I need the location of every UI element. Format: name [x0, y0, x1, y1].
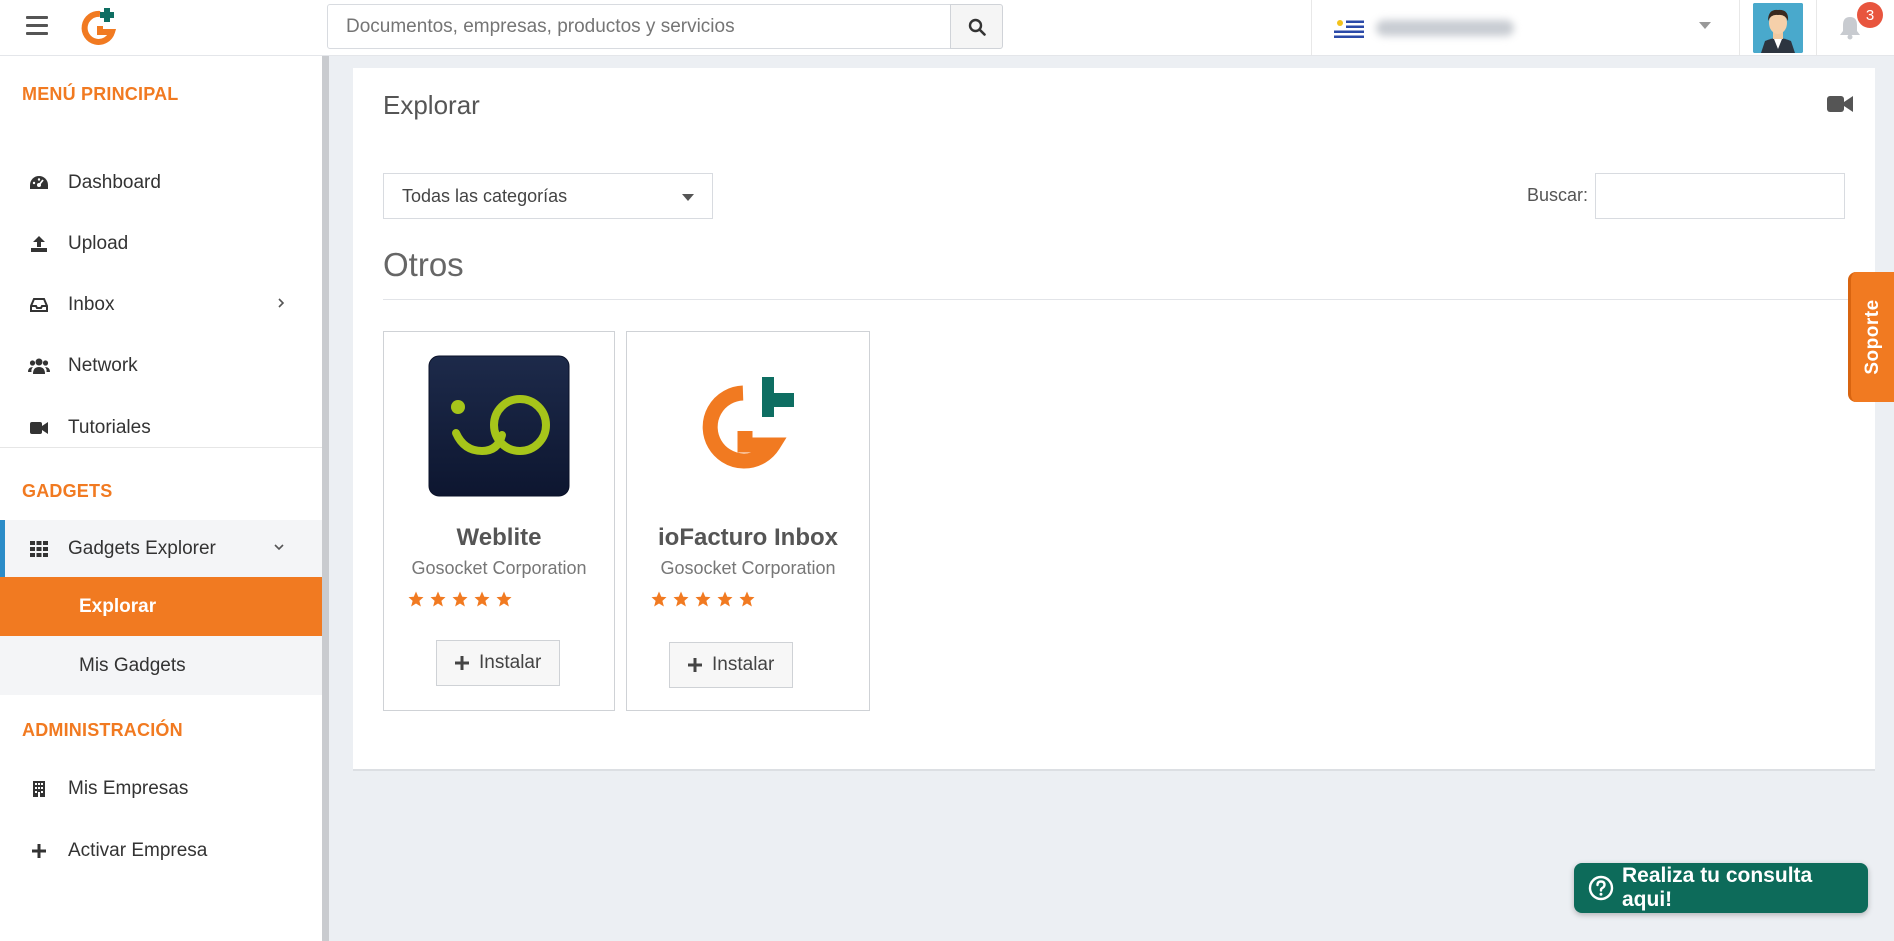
- building-icon: [28, 780, 50, 798]
- notifications[interactable]: 3: [1816, 0, 1894, 55]
- gadget-card-iofacturo-inbox[interactable]: ioFacturo Inbox Gosocket Corporation Ins…: [626, 331, 870, 711]
- star-icon: [430, 591, 446, 607]
- gadget-card-weblite[interactable]: Weblite Gosocket Corporation Instalar: [383, 331, 615, 711]
- active-indicator: [0, 520, 5, 577]
- category-select-value: Todas las categorías: [402, 185, 568, 206]
- sidebar-item-upload[interactable]: Upload: [0, 217, 322, 271]
- uruguay-flag-icon: [1334, 17, 1364, 38]
- sidebar-item-label: Tutoriales: [68, 417, 151, 438]
- star-icon: [474, 591, 490, 607]
- soporte-tab[interactable]: Soporte: [1848, 272, 1894, 402]
- star-icon: [739, 591, 755, 607]
- consulta-label: Realiza tu consulta aqui!: [1621, 864, 1813, 911]
- plus-icon: [688, 658, 702, 672]
- weblite-app-icon: [428, 355, 570, 497]
- sidebar-item-dashboard[interactable]: Dashboard: [0, 156, 322, 210]
- global-search-input[interactable]: [327, 4, 951, 49]
- sidebar-subitem-mis-gadgets[interactable]: Mis Gadgets: [0, 636, 322, 695]
- install-button[interactable]: Instalar: [436, 640, 561, 686]
- sidebar-item-label: Gadgets Explorer: [68, 537, 216, 559]
- inbox-icon: [28, 297, 50, 313]
- plus-icon: [455, 656, 469, 670]
- chevron-down-icon: [682, 194, 694, 201]
- menu-principal-title: MENÚ PRINCIPAL: [22, 84, 179, 104]
- star-icon: [496, 591, 512, 607]
- sidebar-item-label: Network: [68, 355, 138, 376]
- rating-stars: [650, 590, 756, 608]
- explore-panel: Explorar Todas las categorías Buscar: Ot…: [353, 68, 1875, 771]
- star-icon: [695, 591, 711, 607]
- sidebar-item-label: Activar Empresa: [68, 840, 208, 861]
- video-camera-icon[interactable]: [1827, 95, 1853, 113]
- sidebar-divider: [0, 447, 322, 448]
- chevron-down-icon: [274, 544, 284, 551]
- buscar-input[interactable]: [1595, 173, 1845, 219]
- buscar-label: Buscar:: [1527, 185, 1589, 205]
- section-divider: [383, 299, 1875, 300]
- search-button[interactable]: [950, 4, 1003, 49]
- grid-icon: [28, 540, 50, 557]
- chevron-down-icon: [1699, 22, 1711, 29]
- sidebar-item-label: Upload: [68, 233, 129, 254]
- star-icon: [408, 591, 424, 607]
- rating-stars: [407, 590, 513, 608]
- soporte-label: Soporte: [1861, 299, 1883, 375]
- star-icon: [717, 591, 733, 607]
- install-button[interactable]: Instalar: [669, 642, 794, 688]
- gadget-vendor: Gosocket Corporation: [411, 558, 587, 578]
- install-label: Instalar: [479, 652, 542, 673]
- sidebar-subitem-explorar[interactable]: Explorar: [0, 577, 322, 636]
- star-icon: [673, 591, 689, 607]
- sidebar-item-mis-empresas[interactable]: Mis Empresas: [0, 762, 322, 816]
- company-selector[interactable]: [1311, 0, 1739, 55]
- gosocket-logo[interactable]: [78, 6, 124, 48]
- page-title: Explorar: [383, 90, 480, 120]
- sidebar-scrollbar[interactable]: [322, 56, 329, 941]
- category-select[interactable]: Todas las categorías: [383, 173, 713, 219]
- sidebar: MENÚ PRINCIPAL Dashboard Upload Inbox Ne…: [0, 56, 322, 941]
- consulta-chat-button[interactable]: Realiza tu consulta aqui!: [1574, 863, 1868, 913]
- sidebar-item-network[interactable]: Network: [0, 339, 322, 393]
- section-heading: Otros: [383, 246, 464, 283]
- network-icon: [28, 357, 50, 375]
- chevron-right-icon: [278, 298, 285, 308]
- sidebar-item-label: Dashboard: [68, 172, 161, 193]
- sidebar-item-activar-empresa[interactable]: Activar Empresa: [0, 824, 322, 878]
- star-icon: [452, 591, 468, 607]
- gadget-name: ioFacturo Inbox: [658, 524, 838, 551]
- top-header: 3: [0, 0, 1894, 56]
- gadget-vendor: Gosocket Corporation: [660, 558, 836, 578]
- sidebar-item-label: Mis Empresas: [68, 778, 189, 799]
- administracion-title: ADMINISTRACIÓN: [22, 720, 183, 740]
- gosocket-app-icon: [677, 355, 819, 497]
- sidebar-item-inbox[interactable]: Inbox: [0, 278, 322, 332]
- notification-badge: 3: [1857, 2, 1883, 28]
- avatar[interactable]: [1753, 2, 1803, 53]
- hamburger-menu-icon[interactable]: [26, 16, 48, 36]
- gadgets-title: GADGETS: [22, 481, 113, 501]
- install-label: Instalar: [712, 654, 775, 675]
- user-menu: [1739, 0, 1816, 55]
- gadget-name: Weblite: [456, 524, 542, 551]
- plus-icon: [28, 844, 50, 858]
- video-icon: [28, 421, 50, 435]
- sidebar-item-gadgets-explorer[interactable]: Gadgets Explorer: [0, 520, 322, 577]
- star-icon: [651, 591, 667, 607]
- sidebar-item-label: Inbox: [68, 294, 115, 315]
- question-circle-icon: [1588, 875, 1614, 901]
- company-name-blurred: [1376, 19, 1514, 36]
- search-icon: [968, 18, 986, 36]
- upload-icon: [28, 235, 50, 253]
- dashboard-icon: [28, 175, 50, 191]
